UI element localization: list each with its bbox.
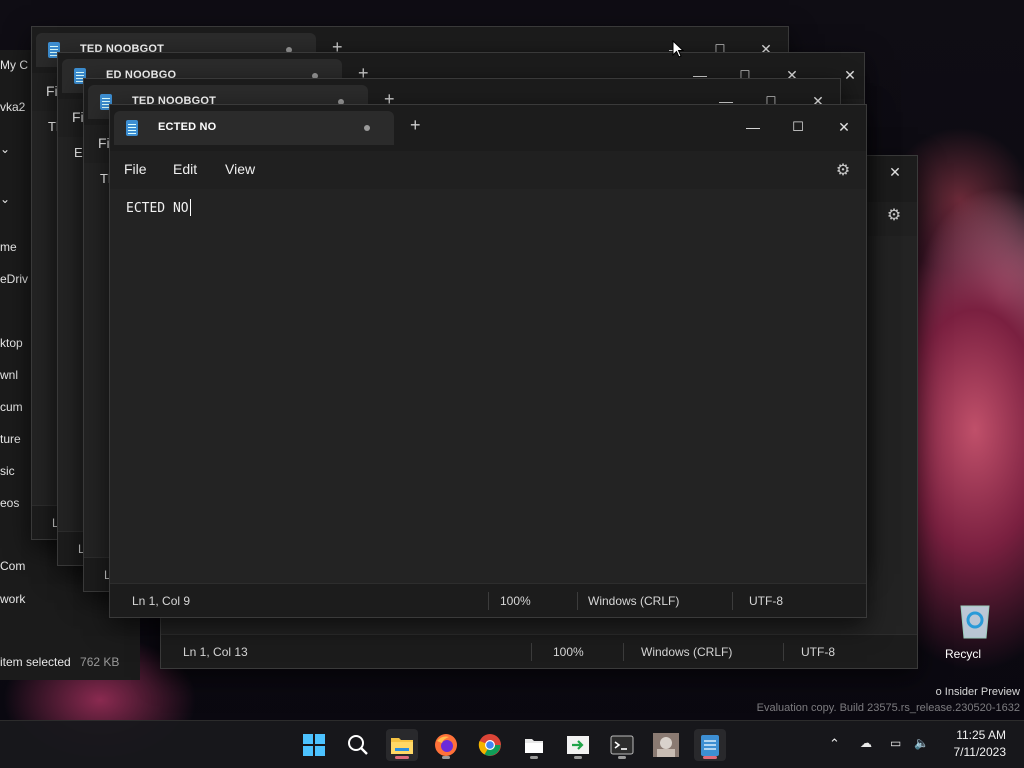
status-zoom[interactable]: 100% bbox=[500, 594, 531, 608]
menu-file[interactable]: Fi bbox=[98, 135, 110, 151]
editor-text[interactable]: ECTED NO bbox=[126, 201, 189, 216]
menu-edit[interactable]: Edit bbox=[173, 161, 197, 177]
clock-time: 11:25 AM bbox=[956, 728, 1006, 742]
notepad-window[interactable]: ECTED NO + — ☐ ✕ File Edit View ⚙ ECTED … bbox=[109, 104, 867, 618]
explorer-status-selected: item selected bbox=[0, 655, 71, 669]
status-ln-col: Ln 1, Col 9 bbox=[132, 594, 191, 608]
cloud-offline-icon[interactable]: ☁ bbox=[860, 736, 872, 750]
network-icon[interactable]: ▭ bbox=[890, 736, 901, 750]
menu-bar: File Edit View ⚙ bbox=[110, 151, 866, 189]
status-bar: Ln 1, Col 9 100% Windows (CRLF) UTF-8 bbox=[110, 583, 866, 617]
chevron-down-icon[interactable]: ⌄ bbox=[0, 192, 14, 206]
close-icon[interactable]: ✕ bbox=[879, 158, 911, 186]
search-icon[interactable] bbox=[342, 729, 374, 761]
recycle-bin-icon[interactable] bbox=[955, 598, 995, 640]
clock[interactable]: 11:25 AM 7/11/2023 bbox=[954, 727, 1007, 761]
status-ln-col: Ln 1, Col 13 bbox=[183, 645, 248, 659]
mouse-cursor-icon bbox=[672, 40, 684, 58]
clock-date: 7/11/2023 bbox=[953, 745, 1007, 759]
terminal-icon[interactable] bbox=[606, 729, 638, 761]
title-bar[interactable]: ECTED NO + — ☐ ✕ bbox=[110, 105, 866, 151]
status-zoom[interactable]: 100% bbox=[553, 645, 584, 659]
explorer-status-size: 762 KB bbox=[80, 655, 120, 669]
settings-icon[interactable]: ⚙ bbox=[832, 159, 854, 181]
explorer-item[interactable]: Com bbox=[0, 559, 40, 573]
text-editor[interactable]: ECTED NO bbox=[110, 189, 866, 583]
settings-icon[interactable]: ⚙ bbox=[883, 204, 905, 226]
explorer-item[interactable]: work bbox=[0, 592, 40, 606]
build-watermark: Evaluation copy. Build 23575.rs_release.… bbox=[756, 702, 1020, 714]
tab-active[interactable]: ECTED NO bbox=[114, 111, 394, 145]
notepad-taskbar-icon[interactable] bbox=[694, 729, 726, 761]
tab-title[interactable]: ECTED NO bbox=[158, 121, 216, 133]
status-encoding[interactable]: UTF-8 bbox=[801, 645, 835, 659]
photo-icon[interactable] bbox=[650, 729, 682, 761]
files-icon[interactable] bbox=[518, 729, 550, 761]
taskbar: ⌃ ☁ ▭ 🔈 11:25 AM 7/11/2023 bbox=[0, 720, 1024, 768]
notepad-icon bbox=[126, 120, 138, 136]
start-icon[interactable] bbox=[298, 729, 330, 761]
new-tab-icon[interactable]: + bbox=[410, 115, 421, 136]
menu-file[interactable]: File bbox=[124, 161, 147, 177]
chevron-down-icon[interactable]: ⌄ bbox=[0, 142, 12, 156]
file-explorer-icon[interactable] bbox=[386, 729, 418, 761]
chevron-up-icon[interactable]: ⌃ bbox=[829, 736, 840, 752]
unsaved-dot-icon[interactable] bbox=[364, 125, 370, 131]
text-cursor bbox=[190, 199, 191, 216]
status-bar: Ln 1, Col 13 100% Windows (CRLF) UTF-8 bbox=[161, 634, 917, 668]
maximize-icon[interactable]: ☐ bbox=[782, 113, 814, 141]
chrome-icon[interactable] bbox=[474, 729, 506, 761]
minimize-icon[interactable]: — bbox=[737, 113, 769, 141]
volume-icon[interactable]: 🔈 bbox=[914, 736, 929, 750]
status-encoding[interactable]: UTF-8 bbox=[749, 594, 783, 608]
explorer-status: item selected 762 KB bbox=[0, 655, 120, 669]
firefox-icon[interactable] bbox=[430, 729, 462, 761]
recycle-bin-label[interactable]: Recycl bbox=[945, 647, 981, 661]
status-eol[interactable]: Windows (CRLF) bbox=[641, 645, 732, 659]
status-eol[interactable]: Windows (CRLF) bbox=[588, 594, 679, 608]
menu-view[interactable]: View bbox=[225, 161, 255, 177]
insider-watermark: o Insider Preview bbox=[935, 686, 1020, 698]
close-icon[interactable]: ✕ bbox=[828, 113, 860, 141]
terminal-green-icon[interactable] bbox=[562, 729, 594, 761]
